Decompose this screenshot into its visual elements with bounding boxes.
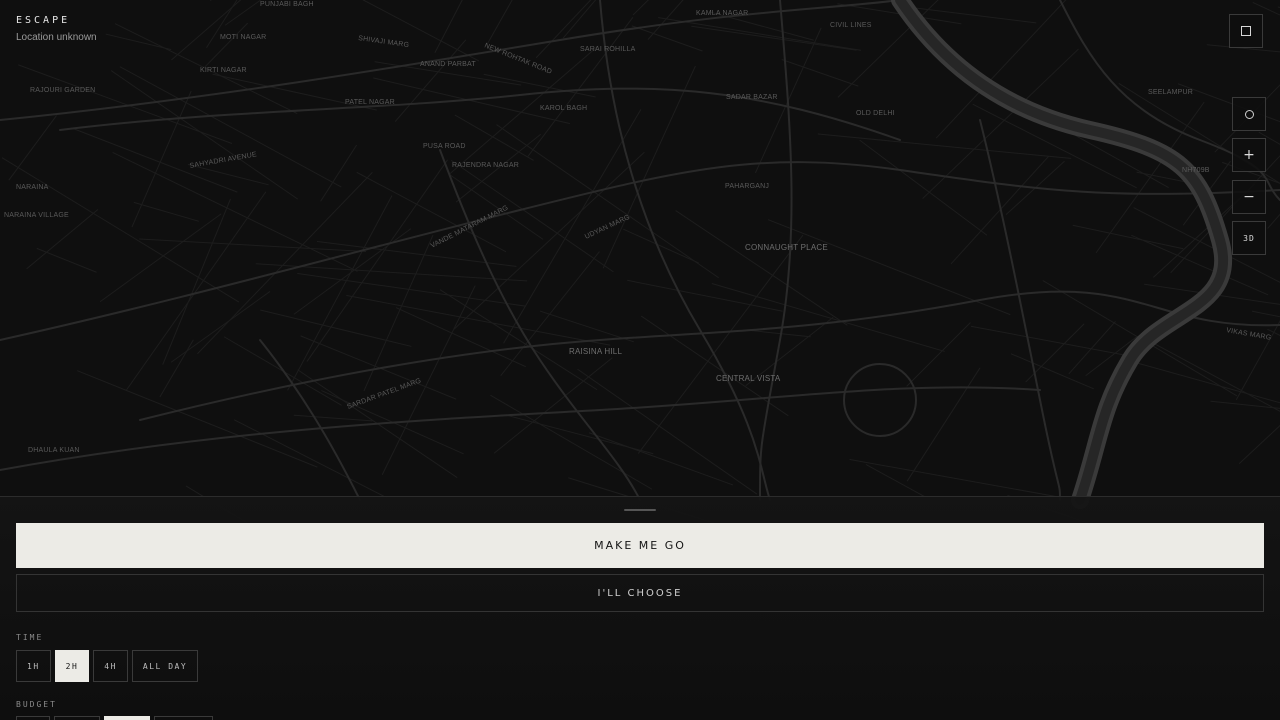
locate-icon <box>1244 109 1254 119</box>
budget-option[interactable] <box>54 716 100 720</box>
map-label: RAISINA HILL <box>569 347 622 356</box>
time-option-2h[interactable]: 2H <box>54 650 90 682</box>
budget-options <box>16 716 213 720</box>
fullscreen-button[interactable] <box>1229 14 1263 48</box>
map-label: NARAINA <box>16 184 49 191</box>
map-label: SARAI ROHILLA <box>580 46 636 53</box>
map-label: PAHARGANJ <box>725 183 769 190</box>
map-label: CIVIL LINES <box>830 22 872 29</box>
map-label: OLD DELHI <box>856 110 895 117</box>
time-section-label: TIME <box>16 633 44 642</box>
minus-icon: − <box>1243 189 1255 205</box>
make-me-go-label: MAKE ME GO <box>594 539 686 552</box>
map-label: ANAND PARBAT <box>420 61 476 68</box>
time-option-1h[interactable]: 1H <box>16 650 51 682</box>
app-title: ESCAPE <box>16 15 71 26</box>
map-label: MOTI NAGAR <box>220 34 266 41</box>
time-option-all-day[interactable]: ALL DAY <box>131 650 199 682</box>
bottom-sheet: MAKE ME GO I'LL CHOOSE TIME 1H 2H 4H ALL… <box>0 496 1280 720</box>
map-label: RAJENDRA NAGAR <box>452 162 519 169</box>
map-label: KIRTI NAGAR <box>200 67 247 74</box>
budget-section-label: BUDGET <box>16 700 57 709</box>
toggle-3d-label: 3D <box>1243 233 1255 243</box>
map-label: NARAINA VILLAGE <box>4 212 69 219</box>
ill-choose-button[interactable]: I'LL CHOOSE <box>16 574 1264 612</box>
time-options: 1H 2H 4H ALL DAY <box>16 650 199 682</box>
time-option-4h[interactable]: 4H <box>93 650 128 682</box>
sheet-drag-handle[interactable] <box>624 509 656 511</box>
map-label: CENTRAL VISTA <box>716 374 781 383</box>
map-label: RAJOURI GARDEN <box>30 87 95 94</box>
location-status: Location unknown <box>16 32 97 43</box>
map-label: KAMLA NAGAR <box>696 10 748 17</box>
budget-option[interactable] <box>16 716 50 720</box>
map-label: SADAR BAZAR <box>726 94 778 101</box>
plus-icon: + <box>1243 147 1255 163</box>
zoom-out-button[interactable]: − <box>1232 180 1266 214</box>
locate-button[interactable] <box>1232 97 1266 131</box>
map-label: SEELAMPUR <box>1148 89 1193 96</box>
map-label: CONNAUGHT PLACE <box>745 243 828 252</box>
budget-option[interactable] <box>104 716 150 720</box>
map-label: PATEL NAGAR <box>345 99 395 106</box>
map-label: KAROL BAGH <box>540 105 587 112</box>
make-me-go-button[interactable]: MAKE ME GO <box>16 523 1264 568</box>
toggle-3d-button[interactable]: 3D <box>1232 221 1266 255</box>
ill-choose-label: I'LL CHOOSE <box>597 587 683 599</box>
map-label: PUNJABI BAGH <box>260 1 314 8</box>
map-label: NH709B <box>1182 167 1210 174</box>
map-label: DHAULA KUAN <box>28 447 80 454</box>
zoom-in-button[interactable]: + <box>1232 138 1266 172</box>
map-label: PUSA ROAD <box>423 143 466 150</box>
app-root: PUNJABI BAGH KAMLA NAGAR CIVIL LINES MOT… <box>0 0 1280 720</box>
square-icon <box>1241 26 1251 36</box>
brand: ESCAPE Location unknown <box>16 15 97 43</box>
budget-option[interactable] <box>154 716 213 720</box>
